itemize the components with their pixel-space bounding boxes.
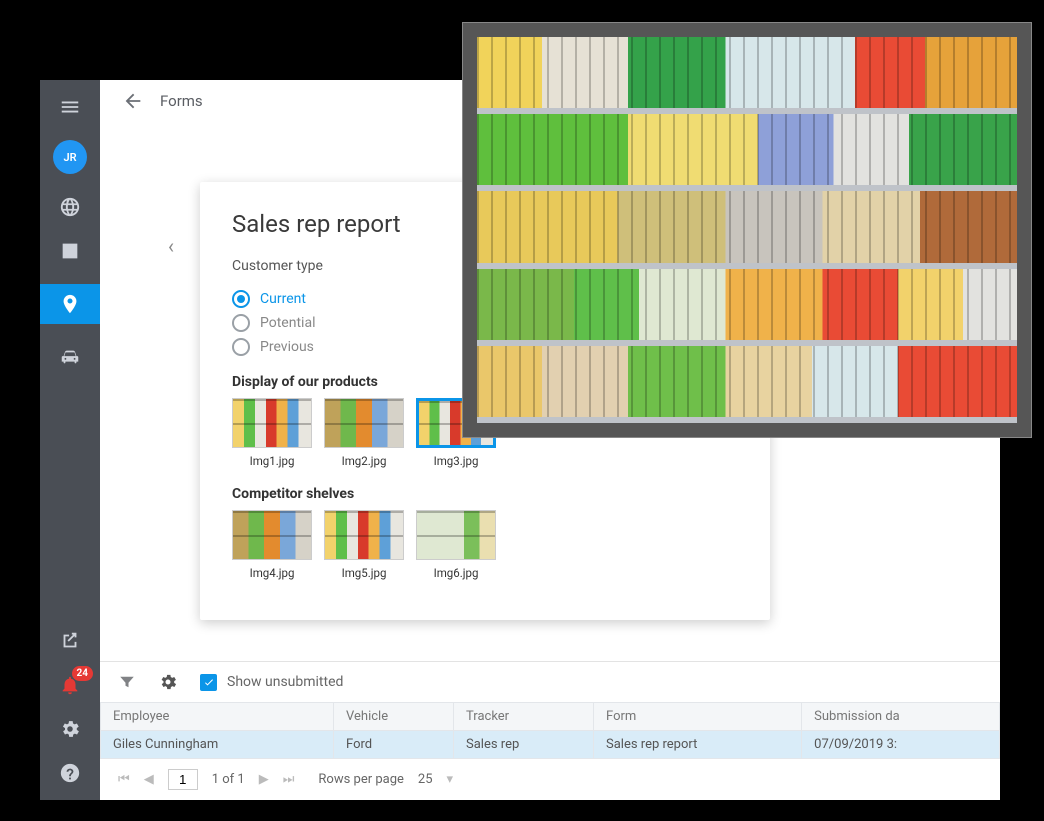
help-icon[interactable] xyxy=(59,762,81,784)
thumb-img5[interactable]: Img5.jpg xyxy=(324,510,404,580)
notification-badge: 24 xyxy=(72,666,93,681)
chevron-down-icon[interactable]: ▾ xyxy=(447,772,454,787)
thumb-img6[interactable]: Img6.jpg xyxy=(416,510,496,580)
gear-icon[interactable] xyxy=(158,672,178,692)
rows-per-page-label: Rows per page xyxy=(318,772,404,787)
thumb-img4[interactable]: Img4.jpg xyxy=(232,510,312,580)
table-row[interactable]: Giles Cunningham Ford Sales rep Sales re… xyxy=(101,731,1000,759)
col-tracker[interactable]: Tracker xyxy=(454,703,594,731)
pin-icon xyxy=(59,293,81,315)
bottom-panel: Show unsubmitted Employee Vehicle Tracke… xyxy=(100,661,1000,800)
notifications-button[interactable]: 24 xyxy=(59,674,81,696)
image-preview-overlay[interactable] xyxy=(462,22,1032,438)
page-first-icon[interactable]: ⏮ xyxy=(118,772,130,787)
thumb-img1[interactable]: Img1.jpg xyxy=(232,398,312,468)
col-vehicle[interactable]: Vehicle xyxy=(334,703,454,731)
col-form[interactable]: Form xyxy=(594,703,802,731)
page-last-icon[interactable]: ⏭ xyxy=(283,772,295,787)
col-submission[interactable]: Submission da xyxy=(802,703,1000,731)
page-prev-icon[interactable]: ◀ xyxy=(144,772,154,787)
pager: ⏮ ◀ 1 of 1 ▶ ⏭ Rows per page 25 ▾ xyxy=(100,759,1000,800)
thumb-img2[interactable]: Img2.jpg xyxy=(324,398,404,468)
submissions-table: Employee Vehicle Tracker Form Submission… xyxy=(100,702,1000,759)
checkbox-checked-icon xyxy=(200,674,217,691)
rows-per-page-value[interactable]: 25 xyxy=(418,772,433,787)
car-icon[interactable] xyxy=(59,346,81,368)
show-unsubmitted-toggle[interactable]: Show unsubmitted xyxy=(200,674,343,691)
col-employee[interactable]: Employee xyxy=(101,703,334,731)
radio-icon xyxy=(232,314,250,332)
page-next-icon[interactable]: ▶ xyxy=(259,772,269,787)
avatar[interactable]: JR xyxy=(53,140,87,174)
back-icon[interactable] xyxy=(122,90,144,112)
breadcrumb[interactable]: Forms xyxy=(160,92,203,110)
grid-toolbar: Show unsubmitted xyxy=(100,662,1000,702)
hamburger-icon[interactable] xyxy=(59,96,81,118)
chevron-left-icon[interactable]: ‹ xyxy=(168,234,174,258)
gear-icon[interactable] xyxy=(59,718,81,740)
nav-rail: JR 24 xyxy=(40,80,100,800)
preview-image xyxy=(477,37,1017,423)
globe-icon[interactable] xyxy=(59,196,81,218)
section-competitors: Competitor shelves xyxy=(232,486,738,502)
page-position: 1 of 1 xyxy=(212,772,245,787)
chart-icon[interactable] xyxy=(59,240,81,262)
radio-icon xyxy=(232,290,250,308)
export-icon[interactable] xyxy=(59,630,81,652)
competitor-thumb-row: Img4.jpg Img5.jpg Img6.jpg xyxy=(232,510,738,580)
nav-location-active[interactable] xyxy=(40,284,100,324)
page-input[interactable] xyxy=(168,769,198,790)
filter-icon[interactable] xyxy=(118,673,136,691)
radio-icon xyxy=(232,338,250,356)
